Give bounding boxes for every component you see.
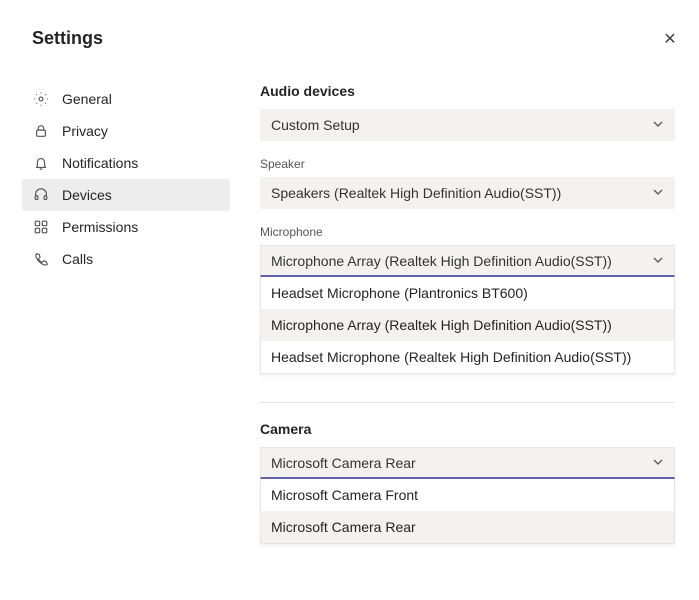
sidebar-item-label: General xyxy=(62,91,112,107)
chevron-down-icon xyxy=(652,185,664,201)
sidebar-item-label: Calls xyxy=(62,251,93,267)
sidebar-item-general[interactable]: General xyxy=(22,83,230,115)
microphone-option[interactable]: Headset Microphone (Plantronics BT600) xyxy=(261,277,674,309)
sidebar-item-devices[interactable]: Devices xyxy=(22,179,230,211)
phone-icon xyxy=(32,250,50,268)
lock-icon xyxy=(32,122,50,140)
content: Audio devices Custom Setup Speaker Speak… xyxy=(230,83,699,544)
close-icon: ✕ xyxy=(663,29,676,49)
speaker-label: Speaker xyxy=(260,157,675,171)
camera-dropdown: Microsoft Camera Front Microsoft Camera … xyxy=(260,479,675,544)
microphone-dropdown: Headset Microphone (Plantronics BT600) M… xyxy=(260,277,675,374)
camera-section-title: Camera xyxy=(260,421,675,437)
chevron-down-icon xyxy=(652,455,664,471)
sidebar-item-calls[interactable]: Calls xyxy=(22,243,230,275)
gear-icon xyxy=(32,90,50,108)
microphone-label: Microphone xyxy=(260,225,675,239)
select-value: Microsoft Camera Rear xyxy=(271,455,416,471)
speaker-select[interactable]: Speakers (Realtek High Definition Audio(… xyxy=(260,177,675,209)
sidebar-item-notifications[interactable]: Notifications xyxy=(22,147,230,179)
select-value: Custom Setup xyxy=(271,117,360,133)
camera-option[interactable]: Microsoft Camera Rear xyxy=(261,511,674,543)
audio-device-setup-select[interactable]: Custom Setup xyxy=(260,109,675,141)
select-value: Speakers (Realtek High Definition Audio(… xyxy=(271,185,561,201)
sidebar-item-label: Privacy xyxy=(62,123,108,139)
bell-icon xyxy=(32,154,50,172)
sidebar: General Privacy Notifications Devices Pe xyxy=(0,83,230,544)
sidebar-item-label: Devices xyxy=(62,187,112,203)
sidebar-item-permissions[interactable]: Permissions xyxy=(22,211,230,243)
headset-icon xyxy=(32,186,50,204)
sidebar-item-label: Notifications xyxy=(62,155,138,171)
microphone-select[interactable]: Microphone Array (Realtek High Definitio… xyxy=(260,245,675,277)
apps-icon xyxy=(32,218,50,236)
microphone-option[interactable]: Microphone Array (Realtek High Definitio… xyxy=(261,309,674,341)
select-value: Microphone Array (Realtek High Definitio… xyxy=(271,253,612,269)
camera-option[interactable]: Microsoft Camera Front xyxy=(261,479,674,511)
page-title: Settings xyxy=(0,0,699,49)
chevron-down-icon xyxy=(652,253,664,269)
close-button[interactable]: ✕ xyxy=(659,28,681,50)
sidebar-item-privacy[interactable]: Privacy xyxy=(22,115,230,147)
camera-select[interactable]: Microsoft Camera Rear xyxy=(260,447,675,479)
divider xyxy=(260,402,675,403)
chevron-down-icon xyxy=(652,117,664,133)
audio-section-title: Audio devices xyxy=(260,83,675,99)
sidebar-item-label: Permissions xyxy=(62,219,138,235)
microphone-option[interactable]: Headset Microphone (Realtek High Definit… xyxy=(261,341,674,373)
